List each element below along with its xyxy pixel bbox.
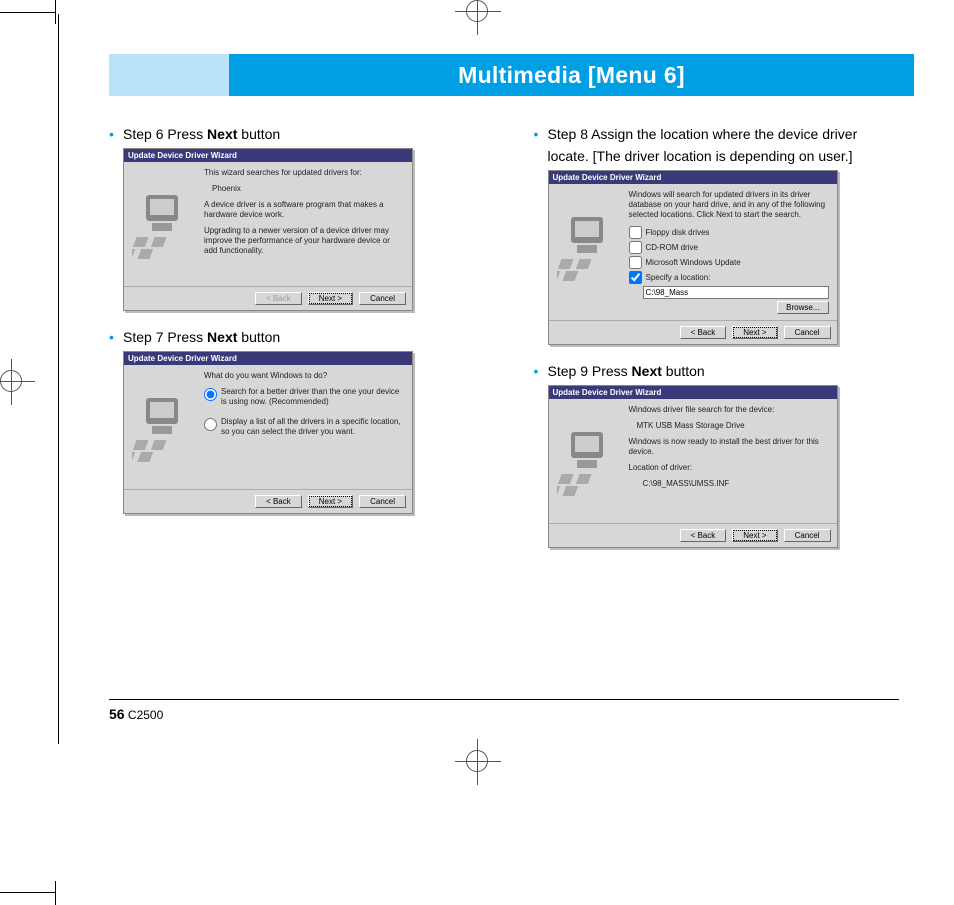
step-9-dialog: Update Device Driver Wizard Windows driv… bbox=[548, 385, 838, 548]
chapter-title: Multimedia [Menu 6] bbox=[229, 54, 914, 96]
step-9-dialog-title: Update Device Driver Wizard bbox=[549, 386, 837, 399]
registration-mark-bottom bbox=[466, 750, 488, 772]
step-6-caption: Step 6 Press Next button bbox=[109, 126, 490, 142]
step-7-dialog: Update Device Driver Wizard What do you … bbox=[123, 351, 413, 514]
step6-line1: This wizard searches for updated drivers… bbox=[204, 168, 404, 178]
step8-next-button[interactable]: Next > bbox=[732, 326, 777, 339]
step-7-dialog-title: Update Device Driver Wizard bbox=[124, 352, 412, 365]
step9-line2: MTK USB Mass Storage Drive bbox=[629, 421, 829, 431]
step9-loc-label: Location of driver: bbox=[629, 463, 829, 473]
chapter-header: Multimedia [Menu 6] bbox=[109, 54, 914, 96]
right-column: Step 8 Assign the location where the dev… bbox=[534, 126, 915, 566]
browse-button[interactable]: Browse... bbox=[777, 301, 828, 314]
step9-line1: Windows driver file search for the devic… bbox=[629, 405, 829, 415]
model-number: C2500 bbox=[128, 708, 163, 722]
step6-cancel-button[interactable]: Cancel bbox=[359, 292, 406, 305]
step8-cancel-button[interactable]: Cancel bbox=[784, 326, 831, 339]
page-frame: Multimedia [Menu 6] Step 6 Press Next bu… bbox=[58, 14, 954, 744]
step7-opt1-radio[interactable] bbox=[204, 388, 217, 401]
step7-opt2-radio[interactable] bbox=[204, 418, 217, 431]
chk-wu-label: Microsoft Windows Update bbox=[646, 258, 741, 268]
chk-cd[interactable] bbox=[629, 241, 642, 254]
location-input[interactable] bbox=[643, 286, 829, 299]
registration-mark-left bbox=[0, 370, 22, 392]
step-6-bold: Next bbox=[207, 126, 237, 142]
step6-line4: Upgrading to a newer version of a device… bbox=[204, 226, 404, 256]
step-6-pre: Step 6 Press bbox=[123, 126, 207, 142]
step-7-post: button bbox=[237, 329, 280, 345]
step-7-bold: Next bbox=[207, 329, 237, 345]
step-6-dialog-title: Update Device Driver Wizard bbox=[124, 149, 412, 162]
step6-line3: A device driver is a software program th… bbox=[204, 200, 404, 220]
wizard-art-icon bbox=[124, 162, 200, 286]
step-7-caption: Step 7 Press Next button bbox=[109, 329, 490, 345]
step-9-bold: Next bbox=[632, 363, 662, 379]
chk-floppy[interactable] bbox=[629, 226, 642, 239]
left-column: Step 6 Press Next button Update Device D… bbox=[109, 126, 490, 566]
step9-next-button[interactable]: Next > bbox=[732, 529, 777, 542]
step-9-caption: Step 9 Press Next button bbox=[534, 363, 915, 379]
wizard-art-icon bbox=[124, 365, 200, 489]
step6-next-button[interactable]: Next > bbox=[308, 292, 353, 305]
step9-line3: Windows is now ready to install the best… bbox=[629, 437, 829, 457]
step6-line2: Phoenix bbox=[204, 184, 404, 194]
chk-specify[interactable] bbox=[629, 271, 642, 284]
step7-opt2-label: Display a list of all the drivers in a s… bbox=[221, 417, 404, 437]
step7-cancel-button[interactable]: Cancel bbox=[359, 495, 406, 508]
chk-wu[interactable] bbox=[629, 256, 642, 269]
step9-cancel-button[interactable]: Cancel bbox=[784, 529, 831, 542]
step-8-caption: Step 8 Assign the location where the dev… bbox=[534, 126, 915, 142]
page-footer: 56 C2500 bbox=[109, 699, 899, 722]
header-accent bbox=[109, 54, 229, 96]
step6-back-button[interactable]: < Back bbox=[255, 292, 302, 305]
wizard-art-icon bbox=[549, 184, 625, 308]
step-6-dialog: Update Device Driver Wizard This wizard … bbox=[123, 148, 413, 311]
step7-back-button[interactable]: < Back bbox=[255, 495, 302, 508]
step8-line1: Step 8 Assign the location where the dev… bbox=[548, 126, 858, 142]
step-8-dialog: Update Device Driver Wizard Windows will… bbox=[548, 170, 838, 345]
step9-loc-value: C:\98_MASS\UMSS.INF bbox=[629, 479, 829, 489]
step8-intro: Windows will search for updated drivers … bbox=[629, 190, 829, 220]
step-6-post: button bbox=[237, 126, 280, 142]
step8-line2: locate. [The driver location is dependin… bbox=[548, 148, 915, 164]
step-9-pre: Step 9 Press bbox=[548, 363, 632, 379]
chk-cd-label: CD-ROM drive bbox=[646, 243, 698, 253]
step9-back-button[interactable]: < Back bbox=[680, 529, 727, 542]
page-number: 56 bbox=[109, 706, 125, 722]
step8-back-button[interactable]: < Back bbox=[680, 326, 727, 339]
wizard-art-icon bbox=[549, 399, 625, 523]
chk-floppy-label: Floppy disk drives bbox=[646, 228, 710, 238]
step7-next-button[interactable]: Next > bbox=[308, 495, 353, 508]
step7-prompt: What do you want Windows to do? bbox=[204, 371, 404, 381]
step-9-post: button bbox=[662, 363, 705, 379]
chk-specify-label: Specify a location: bbox=[646, 273, 711, 283]
step-8-dialog-title: Update Device Driver Wizard bbox=[549, 171, 837, 184]
step7-opt1-label: Search for a better driver than the one … bbox=[221, 387, 404, 407]
step-7-pre: Step 7 Press bbox=[123, 329, 207, 345]
